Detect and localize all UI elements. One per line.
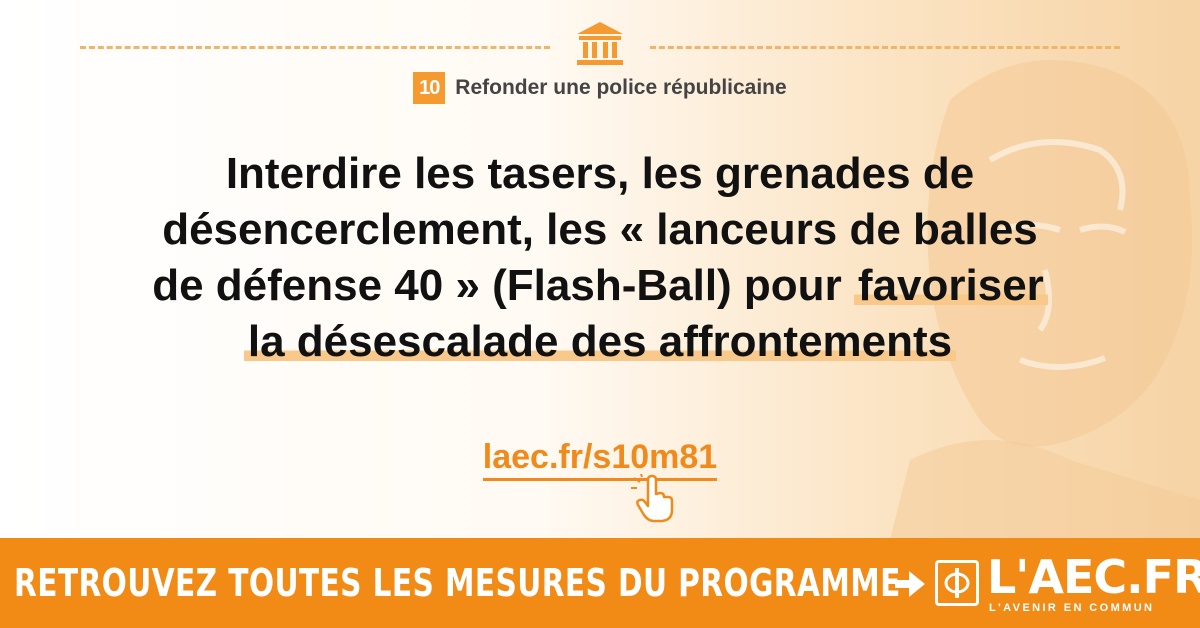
- top-decoration: [80, 20, 1120, 72]
- headline-line-1: Interdire les tasers, les grenades de: [225, 149, 975, 198]
- pointing-hand-icon: [631, 474, 674, 523]
- headline: Interdire les tasers, les grenades de dé…: [30, 146, 1170, 370]
- dashed-divider-left: [80, 46, 550, 49]
- section-number-badge: 10: [413, 72, 446, 104]
- building-columns-icon: [577, 22, 623, 65]
- dashed-divider-right: [650, 46, 1120, 49]
- headline-line-2: désencerclement, les « lanceurs de balle…: [162, 205, 1038, 254]
- footer-banner[interactable]: RETROUVEZ TOUTES LES MESURES DU PROGRAMM…: [0, 538, 1200, 628]
- section-header: 10 Refonder une police républicaine: [0, 72, 1200, 104]
- logo-emblem: [935, 560, 979, 606]
- phi-icon: [944, 568, 970, 598]
- headline-highlight-2: la désescalade des affrontements: [243, 317, 957, 366]
- section-title: Refonder une police républicaine: [455, 76, 787, 99]
- measure-link-container: laec.fr/s10m81: [0, 438, 1200, 481]
- laec-logo[interactable]: L'AEC.FR L'AVENIR EN COMMUN: [935, 550, 1200, 618]
- headline-line-3-plain: de défense 40 » (Flash-Ball) pour: [152, 261, 854, 310]
- measure-link[interactable]: laec.fr/s10m81: [482, 438, 718, 481]
- logo-tagline: L'AVENIR EN COMMUN: [989, 602, 1155, 614]
- arrow-right-icon: [895, 571, 925, 597]
- footer-cta-text[interactable]: RETROUVEZ TOUTES LES MESURES DU PROGRAMM…: [14, 561, 901, 605]
- headline-line-3: de défense 40 » (Flash-Ball) pour favori…: [30, 258, 1170, 314]
- headline-line-4: la désescalade des affrontements: [30, 314, 1170, 370]
- headline-highlight-1: favoriser: [853, 261, 1048, 310]
- logo-wordmark: L'AEC.FR: [987, 550, 1200, 604]
